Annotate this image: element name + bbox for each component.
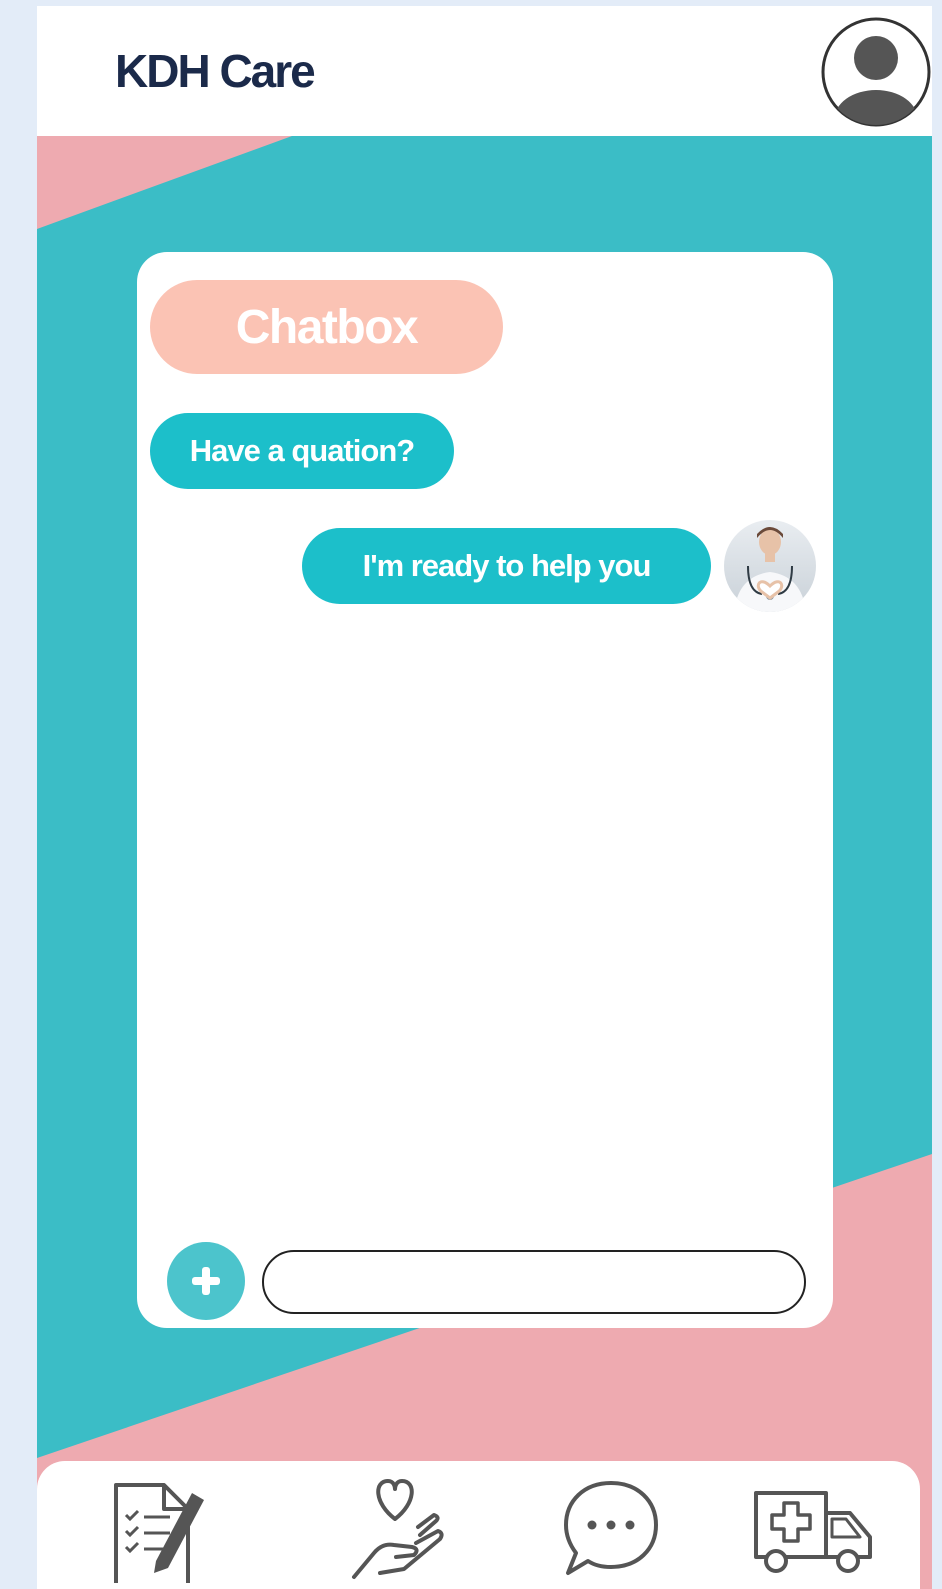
plus-icon — [192, 1267, 220, 1295]
bottom-navigation — [37, 1461, 920, 1589]
chat-title: Chatbox — [150, 280, 503, 374]
profile-avatar[interactable] — [820, 16, 932, 128]
app-screen: KDH Care Chatbox Have a quation? I'm rea… — [37, 6, 932, 1589]
ambulance-icon — [754, 1491, 872, 1573]
message-outgoing: I'm ready to help you — [302, 528, 711, 604]
brand-title: KDH Care — [115, 45, 316, 97]
add-attachment-button[interactable] — [167, 1242, 245, 1320]
chat-panel: Chatbox Have a quation? I'm ready to hel… — [137, 252, 833, 1328]
nav-item-care[interactable] — [330, 1473, 460, 1589]
nav-item-emergency[interactable] — [748, 1473, 878, 1589]
nav-item-records[interactable] — [94, 1473, 224, 1589]
speech-bubble-icon — [564, 1481, 658, 1575]
message-input[interactable] — [262, 1250, 806, 1314]
app-header: KDH Care — [37, 6, 932, 136]
nav-item-chat[interactable] — [546, 1473, 676, 1589]
heart-hand-icon — [352, 1479, 444, 1579]
doctor-avatar — [724, 520, 816, 612]
message-incoming: Have a quation? — [150, 413, 454, 489]
clipboard-checklist-icon — [114, 1483, 204, 1583]
user-avatar-icon — [821, 17, 931, 127]
doctor-avatar-icon — [724, 520, 816, 612]
